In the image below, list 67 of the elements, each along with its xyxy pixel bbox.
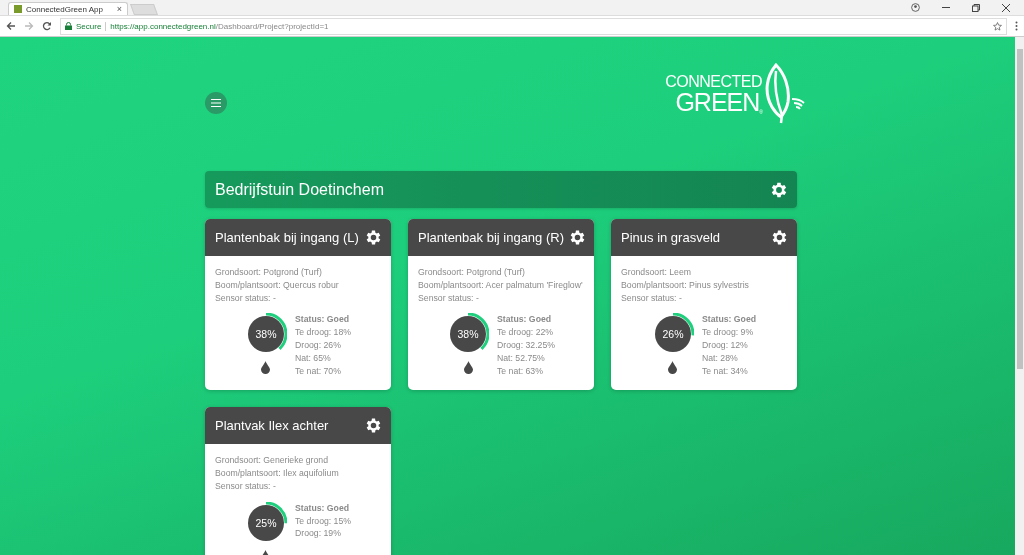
tab-close-button[interactable]: × <box>116 4 122 14</box>
gauge-percent: 38% <box>255 328 277 341</box>
status-text: Status: Goed <box>295 501 351 515</box>
restore-icon[interactable] <box>972 3 980 12</box>
detail-text: Grondsoort: Potgrond (Turf) <box>215 266 323 279</box>
threshold-text: Droog: 26% <box>295 339 342 352</box>
gauge-percent: 25% <box>255 516 277 529</box>
card-title: Plantenbak bij ingang (R) <box>418 230 564 245</box>
threshold-text: Te droog: 15% <box>295 514 351 528</box>
threshold-text: Nat: 28% <box>701 351 739 365</box>
threshold-text: Nat: 52.75% <box>497 351 546 365</box>
address-bar[interactable]: Secure https://app.connectedgreen.nl/Dashboard/Project?projectId=1 <box>60 17 1007 35</box>
logo-text: GREEN <box>675 89 760 115</box>
menu-button[interactable] <box>205 92 227 114</box>
scrollbar-thumb[interactable] <box>1016 49 1023 369</box>
threshold-text: Droog: 19% <box>295 527 342 541</box>
project-title: Bedrijfstuin Doetinchem <box>215 180 384 199</box>
status-text: Status: Goed <box>295 313 351 327</box>
lock-icon <box>65 22 72 30</box>
detail-text: Grondsoort: Potgrond (Turf) <box>418 266 526 279</box>
detail-text: Sensor status: - <box>215 479 277 493</box>
gauge-percent: 26% <box>662 328 684 341</box>
detail-text: Grondsoort: Generieke grond <box>215 454 329 468</box>
threshold-text: Te droog: 9% <box>701 326 755 339</box>
close-icon[interactable] <box>1002 3 1010 12</box>
detail-text: Grondsoort: Leem <box>621 266 693 279</box>
threshold-text: Nat: 65% <box>295 351 332 365</box>
secure-label: Secure <box>76 21 102 31</box>
threshold-text: Te nat: 34% <box>701 364 749 378</box>
threshold-text: Droog: 12% <box>701 339 749 352</box>
detail-text: Boom/plantsoort: Ilex aquifolium <box>215 467 340 480</box>
star-icon[interactable] <box>993 21 1002 31</box>
menu-icon <box>211 99 221 107</box>
card-title: Plantenbak bij ingang (L) <box>215 230 359 245</box>
favicon-icon <box>14 5 22 13</box>
card-title: Pinus in grasveld <box>621 230 720 245</box>
profile-icon[interactable] <box>911 3 920 12</box>
logo-text: CONNECTED <box>665 73 762 90</box>
threshold-text: Te droog: 22% <box>497 326 555 339</box>
detail-text: Sensor status: - <box>621 291 683 305</box>
browser-tab[interactable]: ConnectedGreen App × <box>8 2 128 15</box>
threshold-text: Te droog: 18% <box>295 326 351 339</box>
water-drop-icon <box>261 361 271 375</box>
status-text: Status: Goed <box>497 313 553 327</box>
threshold-text: Te nat: 63% <box>497 364 544 378</box>
minimize-icon[interactable] <box>942 6 950 9</box>
gauge-percent: 38% <box>457 328 479 341</box>
url-text: https://app.connectedgreen.nl/Dashboard/Project?projectId=1 <box>110 21 329 31</box>
detail-text: Boom/plantsoort: Quercus robur <box>215 278 340 292</box>
menu-dots-icon[interactable] <box>1015 21 1018 31</box>
back-icon[interactable] <box>6 21 16 31</box>
detail-text: Boom/plantsoort: Pinus sylvestris <box>621 278 750 292</box>
detail-text: Boom/plantsoort: Acer palmatum 'Fireglow' <box>418 278 584 292</box>
water-drop-icon <box>668 361 678 375</box>
settings-icon[interactable] <box>364 228 383 247</box>
threshold-text: Droog: 32.25% <box>497 339 555 352</box>
settings-icon[interactable] <box>568 228 587 247</box>
status-text: Status: Goed <box>701 313 757 327</box>
detail-text: Sensor status: - <box>215 291 277 305</box>
scrollbar[interactable] <box>1015 37 1024 555</box>
threshold-text: Te nat: 70% <box>295 364 342 378</box>
detail-text: Sensor status: - <box>418 291 480 305</box>
settings-icon[interactable] <box>770 228 789 247</box>
card-title: Plantvak Ilex achter <box>215 418 329 434</box>
water-drop-icon <box>463 361 473 375</box>
moisture-gauge <box>245 501 287 544</box>
reload-icon[interactable] <box>42 21 52 31</box>
